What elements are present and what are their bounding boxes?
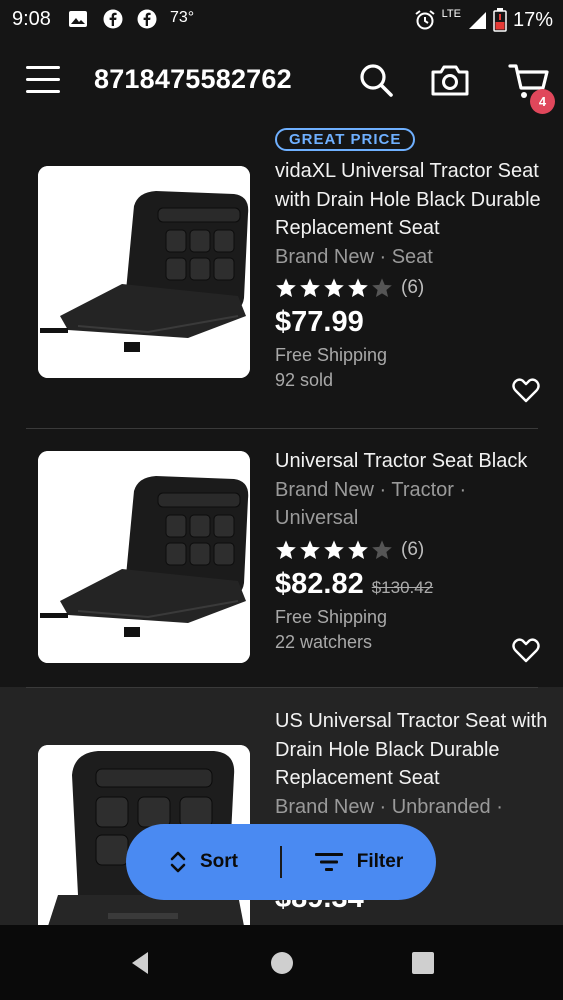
- great-price-badge: GREAT PRICE: [275, 128, 416, 151]
- status-bar: 9:08 73° LTE 17%: [0, 0, 563, 40]
- watch-heart-icon[interactable]: [512, 637, 540, 663]
- shipping-info: Free Shipping: [275, 606, 388, 627]
- status-network: LTE: [441, 8, 461, 20]
- image-icon: [69, 11, 87, 27]
- facebook-icon: [103, 9, 123, 29]
- star-filled-icon: [348, 278, 368, 297]
- signal-icon: [468, 12, 486, 29]
- battery-low-icon: [493, 8, 507, 32]
- search-query-title[interactable]: 8718475582762: [94, 64, 292, 95]
- filter-label: Filter: [356, 851, 404, 872]
- app-header: 8718475582762 4: [0, 40, 563, 124]
- cart-count-badge: 4: [530, 89, 555, 114]
- star-filled-icon: [324, 539, 344, 559]
- sort-filter-bar: Sort Filter: [126, 824, 436, 900]
- rating-count: (6): [401, 538, 425, 560]
- star-empty-icon: [372, 539, 392, 559]
- shipping-info: Free Shipping: [275, 345, 388, 365]
- camera-icon[interactable]: [430, 60, 470, 100]
- star-empty-icon: [372, 278, 392, 297]
- listing-price: $82.82: [275, 567, 364, 600]
- filter-icon: [314, 853, 343, 871]
- home-icon[interactable]: [268, 949, 296, 977]
- listing-title[interactable]: Universal Tractor Seat Black: [275, 447, 555, 476]
- sort-label: Sort: [200, 851, 238, 872]
- status-temperature: 73°: [170, 9, 195, 26]
- product-image[interactable]: [38, 166, 250, 378]
- star-filled-icon: [276, 278, 296, 297]
- status-battery: 17%: [512, 8, 553, 31]
- recents-icon[interactable]: [409, 949, 437, 977]
- listing-condition: Brand New · Tractor · Universal: [275, 478, 467, 530]
- tractor-seat-image: [38, 451, 250, 663]
- product-image[interactable]: [38, 451, 250, 663]
- listing-title[interactable]: US Universal Tractor Seat with Drain Hol…: [275, 707, 555, 793]
- status-right-cluster: LTE 17%: [414, 6, 553, 34]
- alarm-icon: [415, 10, 435, 30]
- original-price: $130.42: [371, 577, 434, 597]
- watch-heart-icon[interactable]: [512, 377, 540, 403]
- listing-item[interactable]: GREAT PRICE vidaXL Universal Tractor Sea…: [0, 124, 563, 428]
- listing-title[interactable]: vidaXL Universal Tractor Seat with Drain…: [275, 157, 555, 243]
- star-filled-icon: [324, 278, 344, 297]
- listing-condition: Brand New · Seat: [275, 245, 433, 268]
- search-icon[interactable]: [356, 60, 396, 100]
- sort-button[interactable]: Sort: [126, 824, 280, 900]
- results-list: GREAT PRICE vidaXL Universal Tractor Sea…: [0, 124, 563, 925]
- star-filled-icon: [300, 278, 320, 297]
- listing-item[interactable]: Universal Tractor Seat Black Brand New ·…: [0, 429, 563, 687]
- list-divider: [26, 687, 538, 688]
- rating-count: (6): [401, 277, 425, 298]
- status-time: 9:08: [12, 8, 51, 30]
- system-nav-bar: [0, 925, 563, 1000]
- sort-arrows-icon: [170, 851, 186, 873]
- filter-button[interactable]: Filter: [282, 824, 436, 900]
- facebook-icon: [137, 9, 157, 29]
- listing-price: $77.99: [275, 306, 364, 338]
- star-filled-icon: [276, 539, 296, 559]
- star-filled-icon: [348, 539, 368, 559]
- star-filled-icon: [300, 539, 320, 559]
- back-icon[interactable]: [126, 949, 154, 977]
- menu-icon[interactable]: [26, 66, 60, 96]
- star-rating: (6): [275, 273, 555, 303]
- tractor-seat-image: [38, 166, 250, 378]
- star-rating: (6): [275, 535, 555, 565]
